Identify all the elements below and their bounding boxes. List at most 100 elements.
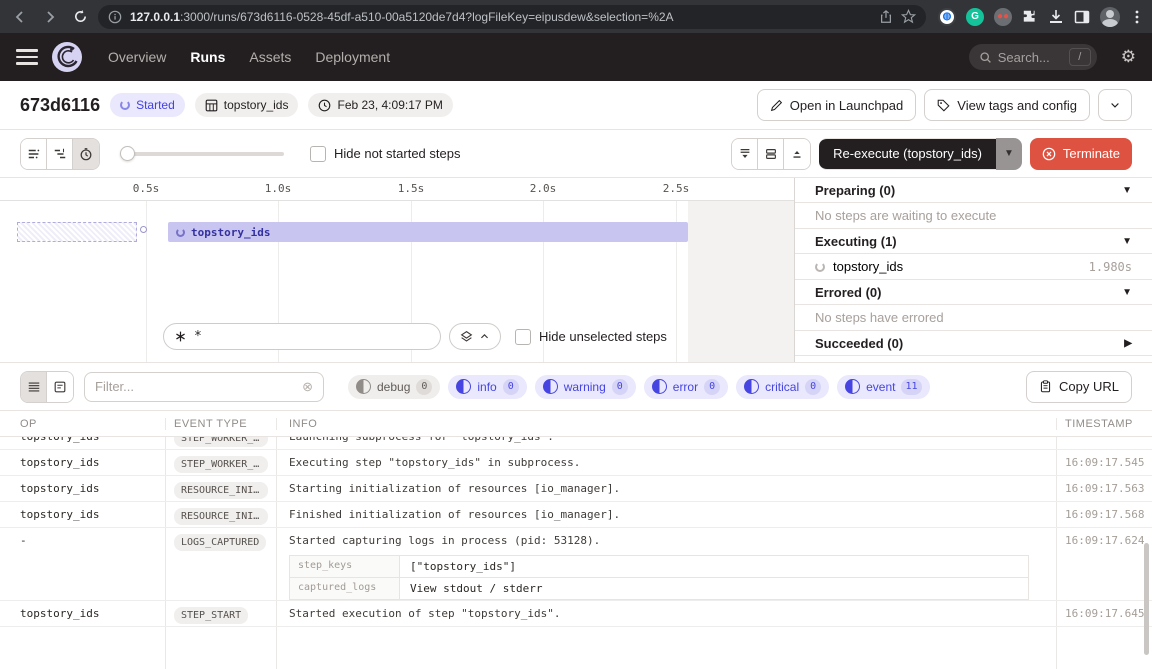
level-toggle-critical[interactable]: critical0 <box>736 375 829 399</box>
errored-empty-message: No steps have errored <box>795 305 1152 331</box>
run-status-badge: Started <box>110 93 185 117</box>
hide-unselected-checkbox[interactable]: Hide unselected steps <box>515 329 667 345</box>
search-placeholder: Search... <box>998 50 1050 65</box>
log-view-mode-group <box>20 371 74 403</box>
gantt-plot-area[interactable]: topstory_ids Hide unselected steps <box>0 201 794 362</box>
log-filter-input[interactable]: ⊗ <box>84 372 324 402</box>
view-tags-config-button[interactable]: View tags and config <box>924 89 1090 121</box>
col-event-type: EVENT TYPE <box>166 418 277 430</box>
timestamp-link[interactable]: 16:09:17.624 <box>1065 534 1144 547</box>
extension-icon[interactable]: ●● <box>994 8 1012 26</box>
terminate-x-icon <box>1042 147 1056 161</box>
zoom-slider-knob[interactable] <box>120 146 135 161</box>
executing-section-header[interactable]: Executing (1)▼ <box>795 229 1152 254</box>
copy-url-button[interactable]: Copy URL <box>1026 371 1132 403</box>
step-status-panel: Preparing (0)▼ No steps are waiting to e… <box>795 178 1152 362</box>
gantt-future-region <box>688 201 794 362</box>
scroll-to-top-button[interactable] <box>784 139 810 169</box>
sidebar-icon[interactable] <box>1074 9 1090 25</box>
toggle-icon <box>356 379 371 394</box>
nav-deployment[interactable]: Deployment <box>315 49 390 65</box>
job-name-tag[interactable]: topstory_ids <box>195 93 299 117</box>
table-view-button[interactable] <box>21 372 47 402</box>
step-spinner-icon <box>176 228 185 237</box>
timestamp-link[interactable]: 16:09:17.563 <box>1065 482 1144 495</box>
dagster-run-page: 127.0.0.1:3000/runs/673d6116-0528-45df-a… <box>0 0 1152 669</box>
col-info: INFO <box>277 418 1057 430</box>
timestamp-link[interactable]: 16:09:17.545 <box>1065 456 1144 469</box>
gantt-step-bar[interactable]: topstory_ids <box>168 222 688 242</box>
executing-step-row[interactable]: topstory_ids1.980s <box>795 254 1152 280</box>
preparing-empty-message: No steps are waiting to execute <box>795 203 1152 229</box>
open-launchpad-button[interactable]: Open in Launchpad <box>757 89 916 121</box>
level-toggle-info[interactable]: info0 <box>448 375 526 399</box>
log-level-toggles: debug0 info0 warning0 error0 critical0 e… <box>348 375 930 399</box>
terminate-button[interactable]: Terminate <box>1030 138 1132 170</box>
browser-menu-icon[interactable] <box>1130 9 1144 25</box>
axis-tick: 2.0s <box>530 182 557 195</box>
url-text: 127.0.0.1:3000/runs/673d6116-0528-45df-a… <box>130 10 871 24</box>
timestamp-link[interactable]: 16:09:17.568 <box>1065 508 1144 521</box>
reload-icon[interactable] <box>68 5 92 29</box>
caret-right-icon: ▶ <box>1124 338 1132 349</box>
table-row[interactable]: topstory_ids RESOURCE_INIT_SUCCESS Finis… <box>0 502 1152 528</box>
table-row-logs-captured[interactable]: - LOGS_CAPTURED Started capturing logs i… <box>0 528 1152 601</box>
timestamp-link[interactable]: 16:09:17.645 <box>1065 607 1144 620</box>
app-header: Overview Runs Assets Deployment Search..… <box>0 33 1152 81</box>
share-icon[interactable] <box>879 10 893 24</box>
step-selection-input[interactable] <box>163 323 441 350</box>
table-row[interactable]: topstory_ids RESOURCE_INIT_STARTED Start… <box>0 476 1152 502</box>
nav-assets[interactable]: Assets <box>249 49 291 65</box>
axis-tick: 1.0s <box>265 182 292 195</box>
log-scrollbar[interactable] <box>1144 543 1149 655</box>
zoom-slider[interactable] <box>122 152 284 156</box>
clear-filter-icon[interactable]: ⊗ <box>302 379 313 395</box>
succeeded-section-header[interactable]: Succeeded (0)▶ <box>795 331 1152 356</box>
settings-gear-icon[interactable]: ⚙ <box>1121 47 1136 67</box>
table-row[interactable]: topstory_ids STEP_START Started executio… <box>0 601 1152 627</box>
nav-runs[interactable]: Runs <box>190 49 225 65</box>
step-duration: 1.980s <box>1089 260 1132 274</box>
table-row-clipped[interactable]: topstory_ids STEP_WORKER_STARTING Launch… <box>0 437 1152 450</box>
global-search-input[interactable]: Search... / <box>969 44 1097 70</box>
level-toggle-debug[interactable]: debug0 <box>348 375 440 399</box>
downloads-icon[interactable] <box>1048 9 1064 25</box>
view-stdout-stderr-link[interactable]: View stdout / stderr <box>400 578 1028 599</box>
forward-icon[interactable] <box>38 5 62 29</box>
col-timestamp: TIMESTAMP <box>1057 418 1152 430</box>
run-actions-chevron-button[interactable] <box>1098 89 1132 121</box>
graph-query-toggle-button[interactable] <box>449 323 501 350</box>
timed-view-button[interactable] <box>73 139 99 169</box>
clock-icon <box>318 99 331 112</box>
browser-profile-avatar[interactable] <box>1100 7 1120 27</box>
level-toggle-event[interactable]: event11 <box>837 375 929 399</box>
reexecute-button[interactable]: Re-execute (topstory_ids) ▼ <box>819 138 1022 170</box>
dagster-logo[interactable] <box>52 42 82 72</box>
log-scroll-group <box>731 138 811 170</box>
site-info-icon[interactable] <box>108 10 122 24</box>
nav-overview[interactable]: Overview <box>108 49 166 65</box>
level-toggle-error[interactable]: error0 <box>644 375 728 399</box>
flat-view-button[interactable] <box>21 139 47 169</box>
back-icon[interactable] <box>8 5 32 29</box>
grammarly-extension-icon[interactable]: G <box>966 8 984 26</box>
puzzle-extensions-icon[interactable] <box>1022 9 1038 25</box>
password-manager-extension-icon[interactable]: ◍ <box>938 8 956 26</box>
table-empty-area <box>0 627 1152 669</box>
waterfall-view-button[interactable] <box>47 139 73 169</box>
scroll-to-bottom-button[interactable] <box>732 139 758 169</box>
address-bar[interactable]: 127.0.0.1:3000/runs/673d6116-0528-45df-a… <box>98 5 926 29</box>
reexecute-dropdown-caret[interactable]: ▼ <box>996 138 1022 170</box>
search-shortcut-key: / <box>1069 48 1091 66</box>
level-toggle-warning[interactable]: warning0 <box>535 375 636 399</box>
errored-section-header[interactable]: Errored (0)▼ <box>795 280 1152 305</box>
expand-rows-button[interactable] <box>758 139 784 169</box>
run-id: 673d6116 <box>20 95 100 116</box>
table-row[interactable]: topstory_ids STEP_WORKER_STARTED Executi… <box>0 450 1152 476</box>
gantt-chart: 0.5s 1.0s 1.5s 2.0s 2.5s topstory_ids <box>0 178 795 362</box>
bookmark-star-icon[interactable] <box>901 9 916 24</box>
hide-not-started-checkbox[interactable]: Hide not started steps <box>310 146 460 162</box>
structured-view-button[interactable] <box>47 372 73 402</box>
preparing-section-header[interactable]: Preparing (0)▼ <box>795 178 1152 203</box>
hamburger-menu-icon[interactable] <box>16 49 38 65</box>
